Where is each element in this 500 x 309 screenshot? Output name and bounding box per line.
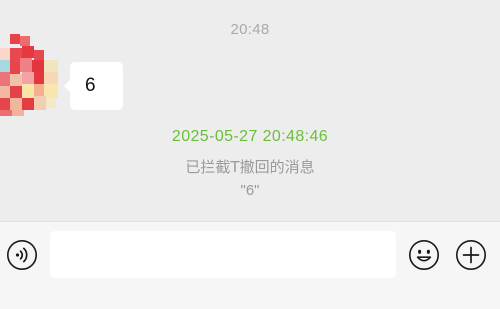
plus-icon[interactable]	[455, 239, 487, 271]
recall-notice-time: 2025-05-27 20:48:46	[171, 128, 329, 145]
recall-notice-content: "6"	[240, 182, 260, 199]
emoji-icon[interactable]	[408, 239, 440, 271]
message-text: 6	[85, 75, 96, 96]
voice-icon[interactable]	[6, 239, 38, 271]
message-bubble[interactable]: 6	[64, 62, 123, 110]
chat-area: 20:48 6 2025-05-27 20:48:46 已拦截T撤回的消息 "6…	[0, 0, 500, 221]
avatar[interactable]	[0, 28, 64, 116]
message-input[interactable]	[50, 231, 396, 278]
input-bar	[0, 221, 500, 309]
message-timestamp: 20:48	[230, 21, 270, 38]
recall-notice-text: 已拦截T撤回的消息	[185, 158, 315, 176]
